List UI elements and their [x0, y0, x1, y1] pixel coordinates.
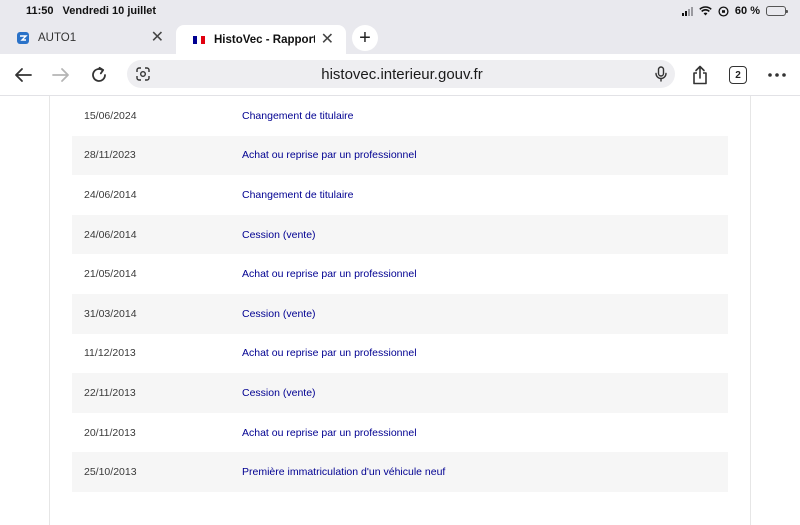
table-row: 22/11/2013 Cession (vente): [72, 373, 728, 413]
row-event: Achat ou reprise par un professionnel: [242, 426, 417, 439]
microphone-icon[interactable]: [647, 66, 675, 82]
row-date: 24/06/2014: [84, 188, 137, 201]
row-event: Achat ou reprise par un professionnel: [242, 347, 417, 360]
row-date: 31/03/2014: [84, 307, 137, 320]
tab-switcher-button[interactable]: 2: [719, 56, 757, 94]
content-border-right: [750, 96, 751, 525]
row-event: Cession (vente): [242, 307, 316, 320]
status-bar: 11:50 Vendredi 10 juillet 60 %: [0, 0, 800, 22]
row-date: 25/10/2013: [84, 466, 137, 479]
arrow-left-icon: [15, 67, 32, 82]
reload-button[interactable]: [80, 56, 118, 94]
row-date: 28/11/2023: [84, 149, 136, 162]
tab-close-icon[interactable]: ✕: [321, 32, 334, 48]
french-flag-icon: [192, 33, 206, 47]
tab-auto1[interactable]: AUTO1 ✕: [0, 24, 176, 52]
status-date: Vendredi 10 juillet: [62, 5, 157, 17]
table-row: 31/03/2014 Cession (vente): [72, 293, 728, 334]
tab-histovec[interactable]: HistoVec - Rapport vendeur ✕: [176, 25, 346, 55]
row-event: Achat ou reprise par un professionnel: [242, 268, 417, 281]
row-date: 15/06/2024: [84, 109, 137, 122]
address-bar[interactable]: histovec.interieur.gouv.fr: [127, 60, 675, 88]
table-row: 24/06/2014 Changement de titulaire: [72, 175, 728, 215]
forward-button[interactable]: [42, 56, 80, 94]
wifi-icon: [699, 6, 712, 16]
cellular-signal-icon: [681, 6, 693, 16]
table-row: 11/12/2013 Achat ou reprise par un profes…: [72, 334, 728, 374]
row-event: Achat ou reprise par un professionnel: [242, 149, 417, 162]
row-event: Cession (vente): [242, 228, 316, 241]
back-button[interactable]: [4, 56, 42, 94]
google-lens-icon[interactable]: [129, 67, 157, 81]
history-table: 15/06/2024 Changement de titulaire 28/11/2…: [72, 96, 728, 492]
page-content: 15/06/2024 Changement de titulaire 28/11/2…: [0, 96, 800, 525]
row-event: Première immatriculation d'un véhicule n…: [242, 466, 446, 479]
battery-icon: [766, 6, 788, 16]
table-row: 20/11/2013 Achat ou reprise par un profes…: [72, 413, 728, 453]
row-event: Changement de titulaire: [242, 188, 354, 201]
reload-icon: [92, 66, 106, 82]
more-dots-icon: [768, 73, 786, 77]
row-event: Changement de titulaire: [242, 109, 354, 122]
row-date: 11/12/2013: [84, 347, 136, 360]
row-date: 21/05/2014: [84, 268, 137, 281]
tab-label: AUTO1: [38, 32, 77, 44]
battery-percent: 60 %: [734, 5, 760, 17]
browser-toolbar: histovec.interieur.gouv.fr 2: [0, 54, 800, 96]
screen-rotation-lock-icon: [718, 5, 729, 17]
tab-strip: AUTO1 ✕ HistoVec - Rapport vendeur ✕ +: [0, 22, 800, 55]
row-date: 22/11/2013: [84, 386, 136, 399]
row-date: 24/06/2014: [84, 228, 137, 241]
tab-count: 2: [729, 66, 747, 84]
table-row: 24/06/2014 Cession (vente): [72, 214, 728, 255]
share-button[interactable]: [681, 56, 719, 94]
more-options-button[interactable]: [758, 56, 796, 94]
table-row: 21/05/2014 Achat ou reprise par un profes…: [72, 254, 728, 294]
status-time: 11:50: [26, 5, 54, 17]
tab-label: HistoVec - Rapport vendeur: [214, 34, 315, 46]
row-date: 20/11/2013: [84, 426, 136, 439]
table-row: 25/10/2013 Première immatriculation d'un …: [72, 452, 728, 492]
status-indicators: 60 %: [681, 5, 788, 17]
table-row: 28/11/2023 Achat ou reprise par un profes…: [72, 135, 728, 176]
url-text[interactable]: histovec.interieur.gouv.fr: [157, 66, 647, 83]
row-event: Cession (vente): [242, 386, 316, 399]
arrow-right-icon: [52, 67, 69, 82]
new-tab-button[interactable]: +: [352, 25, 378, 51]
content-border-left: [49, 96, 50, 525]
auto1-logo-icon: [16, 31, 30, 45]
tab-close-icon[interactable]: ✕: [151, 30, 164, 46]
table-row: 15/06/2024 Changement de titulaire: [72, 96, 728, 136]
share-icon: [693, 65, 707, 85]
